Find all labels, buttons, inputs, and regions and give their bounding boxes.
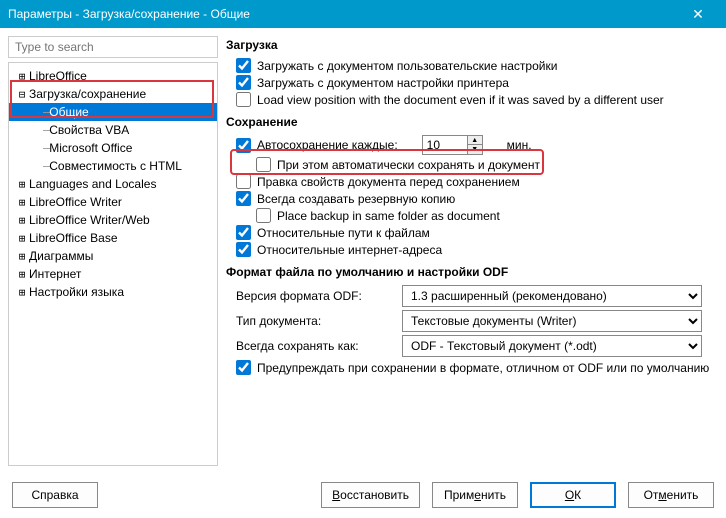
label-doc-type: Тип документа: bbox=[236, 314, 396, 328]
tree-node-label: LibreOffice Writer/Web bbox=[29, 213, 150, 227]
settings-panel: Загрузка Загружать с документом пользова… bbox=[226, 36, 718, 466]
label-rel-urls: Относительные интернет-адреса bbox=[257, 243, 442, 257]
tree-node[interactable]: LibreOffice Writer bbox=[9, 193, 217, 211]
label-autosave-unit: мин. bbox=[507, 138, 532, 152]
row-backup[interactable]: Всегда создавать резервную копию bbox=[236, 191, 718, 206]
autosave-interval-input[interactable] bbox=[423, 136, 467, 154]
row-rel-paths[interactable]: Относительные пути к файлам bbox=[236, 225, 718, 240]
tree-node-label: LibreOffice Writer bbox=[29, 195, 122, 209]
checkbox-load-user-settings[interactable] bbox=[236, 58, 251, 73]
row-odf-version: Версия формата ODF: 1.3 расширенный (рек… bbox=[236, 285, 718, 307]
tree-node-label: Загрузка/сохранение bbox=[29, 87, 146, 101]
section-format-title: Формат файла по умолчанию и настройки OD… bbox=[226, 265, 718, 279]
close-icon[interactable]: ✕ bbox=[678, 6, 718, 23]
row-load-view-position[interactable]: Load view position with the document eve… bbox=[236, 92, 718, 107]
content-area: LibreOfficeЗагрузка/сохранение— Общие— С… bbox=[0, 28, 726, 474]
dialog-footer: Справка Восстановить Применить ОК Отмени… bbox=[0, 474, 726, 518]
select-always-save-as[interactable]: ODF - Текстовый документ (*.odt) bbox=[402, 335, 702, 357]
sidebar: LibreOfficeЗагрузка/сохранение— Общие— С… bbox=[8, 36, 218, 466]
expand-icon[interactable] bbox=[15, 196, 29, 209]
row-rel-urls[interactable]: Относительные интернет-адреса bbox=[236, 242, 718, 257]
tree-node-label: Общие bbox=[49, 105, 88, 119]
tree-node[interactable]: — Совместимость с HTML bbox=[9, 157, 217, 175]
collapse-icon[interactable] bbox=[15, 88, 29, 101]
select-doc-type[interactable]: Текстовые документы (Writer) bbox=[402, 310, 702, 332]
row-autosave-also-doc[interactable]: При этом автоматически сохранять и докум… bbox=[256, 157, 718, 172]
row-load-printer-settings[interactable]: Загружать с документом настройки принтер… bbox=[236, 75, 718, 90]
tree-node[interactable]: Languages and Locales bbox=[9, 175, 217, 193]
checkbox-edit-props[interactable] bbox=[236, 174, 251, 189]
row-always-save-as: Всегда сохранять как: ODF - Текстовый до… bbox=[236, 335, 718, 357]
label-odf-version: Версия формата ODF: bbox=[236, 289, 396, 303]
checkbox-warn-format[interactable] bbox=[236, 360, 251, 375]
row-backup-same-folder[interactable]: Place backup in same folder as document bbox=[256, 208, 718, 223]
expand-icon[interactable] bbox=[15, 232, 29, 245]
reset-button[interactable]: Восстановить bbox=[321, 482, 420, 508]
checkbox-rel-urls[interactable] bbox=[236, 242, 251, 257]
label-edit-props: Правка свойств документа перед сохранени… bbox=[257, 175, 520, 189]
tree-node-label: Languages and Locales bbox=[29, 177, 156, 191]
help-button[interactable]: Справка bbox=[12, 482, 98, 508]
autosave-interval-spinner[interactable]: ▲ ▼ bbox=[422, 135, 483, 155]
checkbox-rel-paths[interactable] bbox=[236, 225, 251, 240]
tree-node[interactable]: — Microsoft Office bbox=[9, 139, 217, 157]
tree-node-label: Настройки языка bbox=[29, 285, 124, 299]
tree-node[interactable]: Настройки языка bbox=[9, 283, 217, 301]
tree-node[interactable]: LibreOffice bbox=[9, 67, 217, 85]
label-load-printer-settings: Загружать с документом настройки принтер… bbox=[257, 76, 509, 90]
apply-button[interactable]: Применить bbox=[432, 482, 518, 508]
tree-node[interactable]: LibreOffice Base bbox=[9, 229, 217, 247]
checkbox-load-printer-settings[interactable] bbox=[236, 75, 251, 90]
tree-node-label: Интернет bbox=[29, 267, 81, 281]
tree-node[interactable]: — Общие bbox=[9, 103, 217, 121]
checkbox-autosave-also-doc[interactable] bbox=[256, 157, 271, 172]
tree-node-label: LibreOffice bbox=[29, 69, 87, 83]
tree-node-label: Microsoft Office bbox=[49, 141, 132, 155]
ok-button[interactable]: ОК bbox=[530, 482, 616, 508]
nav-tree[interactable]: LibreOfficeЗагрузка/сохранение— Общие— С… bbox=[8, 62, 218, 466]
label-autosave-also-doc: При этом автоматически сохранять и докум… bbox=[277, 158, 540, 172]
label-backup: Всегда создавать резервную копию bbox=[257, 192, 455, 206]
checkbox-autosave[interactable] bbox=[236, 138, 251, 153]
tree-node-label: Совместимость с HTML bbox=[49, 159, 182, 173]
label-warn-format: Предупреждать при сохранении в формате, … bbox=[257, 361, 709, 375]
search-input[interactable] bbox=[8, 36, 218, 58]
label-backup-same-folder: Place backup in same folder as document bbox=[277, 209, 500, 223]
tree-node[interactable]: LibreOffice Writer/Web bbox=[9, 211, 217, 229]
checkbox-load-view-position[interactable] bbox=[236, 92, 251, 107]
spinner-up-icon[interactable]: ▲ bbox=[468, 136, 482, 145]
tree-node-label: LibreOffice Base bbox=[29, 231, 118, 245]
expand-icon[interactable] bbox=[15, 286, 29, 299]
label-load-user-settings: Загружать с документом пользовательские … bbox=[257, 59, 557, 73]
tree-node[interactable]: Загрузка/сохранение bbox=[9, 85, 217, 103]
row-doc-type: Тип документа: Текстовые документы (Writ… bbox=[236, 310, 718, 332]
tree-node[interactable]: Интернет bbox=[9, 265, 217, 283]
select-odf-version[interactable]: 1.3 расширенный (рекомендовано) bbox=[402, 285, 702, 307]
row-edit-props[interactable]: Правка свойств документа перед сохранени… bbox=[236, 174, 718, 189]
tree-node-label: Свойства VBA bbox=[49, 123, 129, 137]
row-load-user-settings[interactable]: Загружать с документом пользовательские … bbox=[236, 58, 718, 73]
spinner-down-icon[interactable]: ▼ bbox=[468, 145, 482, 154]
tree-node[interactable]: — Свойства VBA bbox=[9, 121, 217, 139]
label-rel-paths: Относительные пути к файлам bbox=[257, 226, 430, 240]
row-autosave[interactable]: Автосохранение каждые: ▲ ▼ мин. bbox=[236, 135, 718, 155]
expand-icon[interactable] bbox=[15, 178, 29, 191]
label-always-save-as: Всегда сохранять как: bbox=[236, 339, 396, 353]
checkbox-backup[interactable] bbox=[236, 191, 251, 206]
cancel-button[interactable]: Отменить bbox=[628, 482, 714, 508]
expand-icon[interactable] bbox=[15, 250, 29, 263]
section-loading-title: Загрузка bbox=[226, 38, 718, 52]
checkbox-backup-same-folder[interactable] bbox=[256, 208, 271, 223]
expand-icon[interactable] bbox=[15, 214, 29, 227]
row-warn-format[interactable]: Предупреждать при сохранении в формате, … bbox=[236, 360, 718, 375]
expand-icon[interactable] bbox=[15, 70, 29, 83]
section-saving-title: Сохранение bbox=[226, 115, 718, 129]
label-load-view-position: Load view position with the document eve… bbox=[257, 93, 664, 107]
window-title: Параметры - Загрузка/сохранение - Общие bbox=[8, 7, 678, 21]
expand-icon[interactable] bbox=[15, 268, 29, 281]
tree-node[interactable]: Диаграммы bbox=[9, 247, 217, 265]
label-autosave: Автосохранение каждые: bbox=[257, 138, 398, 152]
tree-node-label: Диаграммы bbox=[29, 249, 93, 263]
titlebar: Параметры - Загрузка/сохранение - Общие … bbox=[0, 0, 726, 28]
